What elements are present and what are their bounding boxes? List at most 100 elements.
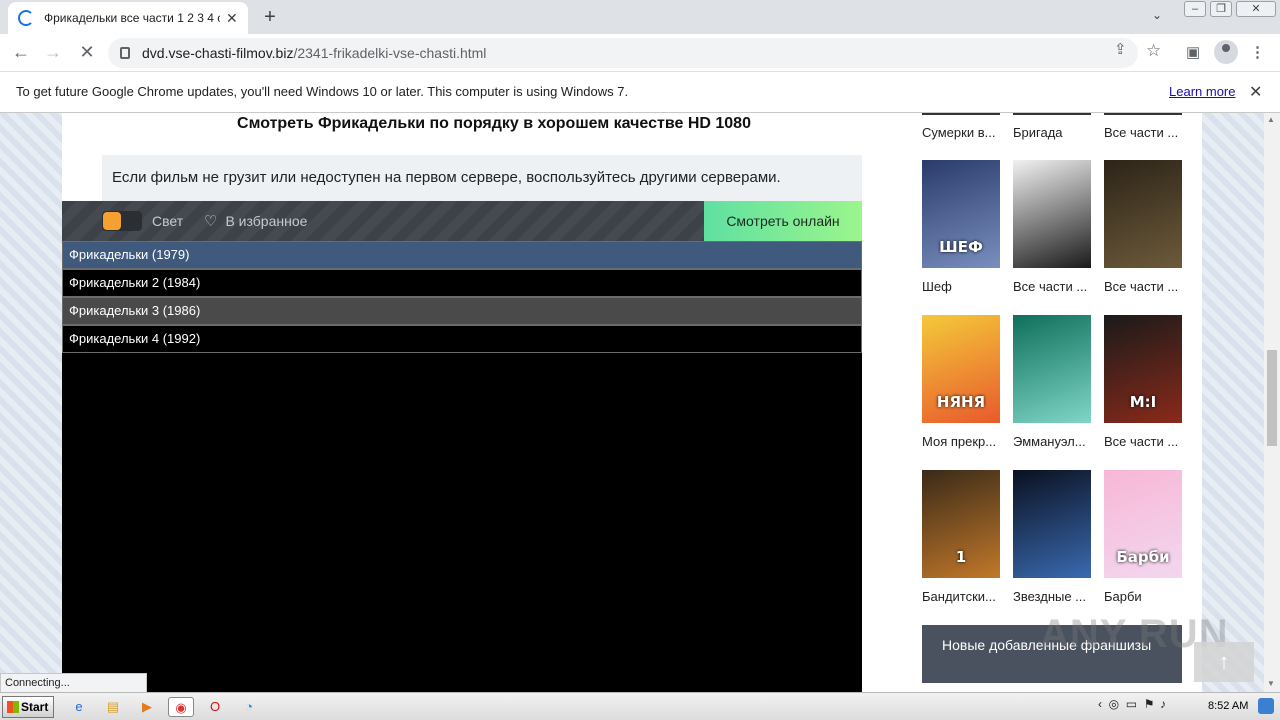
media-player-icon[interactable]: ▶ — [136, 697, 158, 717]
movie-card[interactable]: Эммануэл... — [1013, 315, 1093, 449]
poster-text: Барби — [1116, 548, 1170, 566]
system-tray[interactable]: ‹ ◎ ▭ ⚑ — [1098, 697, 1155, 711]
url-text: dvd.vse-chasti-filmov.biz/2341-frikadelk… — [142, 45, 487, 61]
infobar-message: To get future Google Chrome updates, you… — [16, 84, 629, 99]
favorite-button[interactable]: ♡ В избранное — [204, 212, 307, 230]
movie-title[interactable]: Все части ... — [1013, 279, 1093, 294]
start-button[interactable]: Start — [2, 696, 54, 718]
volume-icon[interactable]: ♪ — [1160, 697, 1166, 711]
explorer-icon[interactable]: ▤ — [102, 697, 124, 717]
close-window-icon[interactable]: ✕ — [1236, 1, 1276, 17]
update-infobar: To get future Google Chrome updates, you… — [0, 72, 1280, 113]
movie-card[interactable]: Все части ... — [1104, 160, 1184, 294]
movie-poster[interactable] — [1104, 160, 1182, 268]
poster-edge — [1013, 113, 1091, 115]
heart-icon: ♡ — [204, 213, 218, 230]
movie-title[interactable]: Все части ... — [1104, 434, 1184, 449]
movie-title[interactable]: Бандитски... — [922, 589, 1002, 604]
movie-poster[interactable]: НЯНЯ — [922, 315, 1000, 423]
page-heading: Смотреть Фрикадельки по порядку в хороше… — [237, 115, 751, 132]
movie-title[interactable]: Шеф — [922, 279, 1002, 294]
ie-icon[interactable]: e — [68, 697, 90, 717]
movie-title[interactable]: Эммануэл... — [1013, 434, 1093, 449]
bookmark-star-icon[interactable]: ☆ — [1146, 41, 1161, 61]
part-item[interactable]: Фрикадельки 4 (1992) — [62, 325, 862, 353]
edge-icon[interactable]: ◔ — [238, 697, 260, 717]
movie-poster[interactable]: Барби — [1104, 470, 1182, 578]
movie-poster[interactable] — [1013, 315, 1091, 423]
movie-poster[interactable]: ШЕФ — [922, 160, 1000, 268]
movie-title[interactable]: Все части ... — [1104, 125, 1184, 140]
page-scrollbar[interactable]: ▲ ▼ — [1264, 113, 1280, 692]
movie-poster[interactable] — [1013, 470, 1091, 578]
light-toggle[interactable] — [102, 211, 142, 231]
infobar-close-icon[interactable]: ✕ — [1249, 82, 1262, 102]
scroll-thumb[interactable] — [1267, 350, 1277, 446]
learn-more-link[interactable]: Learn more — [1169, 84, 1235, 99]
side-panel-icon[interactable]: ▣ — [1186, 43, 1200, 61]
minimize-icon[interactable]: – — [1184, 1, 1206, 17]
scroll-down-icon[interactable]: ▼ — [1267, 679, 1275, 688]
movie-card[interactable]: ШЕФ Шеф — [922, 160, 1002, 294]
browser-tab[interactable]: Фрикадельки все части 1 2 3 4 смотреть ✕ — [8, 2, 248, 34]
address-bar[interactable]: dvd.vse-chasti-filmov.biz/2341-frikadelk… — [108, 38, 1138, 68]
poster-edge — [1104, 113, 1182, 115]
scroll-to-top-button[interactable]: ↑ — [1194, 642, 1254, 682]
movie-poster[interactable]: M:I — [1104, 315, 1182, 423]
movie-title[interactable]: Звездные ... — [1013, 589, 1093, 604]
scroll-up-icon[interactable]: ▲ — [1267, 115, 1275, 124]
loading-spinner-icon — [18, 10, 34, 26]
tab-strip: Фрикадельки все части 1 2 3 4 смотреть ✕… — [0, 0, 1280, 34]
movie-title[interactable]: Сумерки в... — [922, 125, 1002, 140]
movie-poster[interactable]: 1 — [922, 470, 1000, 578]
poster-text: M:I — [1129, 393, 1157, 411]
show-desktop-icon[interactable] — [1258, 698, 1274, 714]
movie-card[interactable]: НЯНЯ Моя прекр... — [922, 315, 1002, 449]
parts-list: Фрикадельки (1979) Фрикадельки 2 (1984) … — [62, 241, 862, 353]
new-tab-button[interactable]: + — [260, 6, 280, 29]
movie-card[interactable]: Звездные ... — [1013, 470, 1093, 604]
stop-icon[interactable]: ✕ — [76, 42, 98, 63]
profile-avatar[interactable] — [1214, 40, 1238, 64]
windows-flag-icon — [7, 701, 19, 713]
part-item[interactable]: Фрикадельки 2 (1984) — [62, 269, 862, 297]
watch-online-button[interactable]: Смотреть онлайн — [704, 201, 862, 241]
arrow-up-icon: ↑ — [1218, 649, 1230, 674]
movie-card[interactable]: Все части ... — [1013, 160, 1093, 294]
movie-title[interactable]: Бригада — [1013, 125, 1093, 140]
share-icon[interactable]: ⇪ — [1114, 40, 1127, 58]
restore-icon[interactable]: ❐ — [1210, 1, 1232, 17]
part-item[interactable]: Фрикадельки 3 (1986) — [62, 297, 862, 325]
back-icon[interactable]: ← — [10, 42, 32, 63]
forward-icon[interactable]: → — [42, 42, 64, 63]
related-sidebar: Сумерки в... Бригада Все части ... ШЕФ Ше… — [902, 113, 1202, 692]
movie-title[interactable]: Все части ... — [1104, 279, 1184, 294]
page-viewport: Смотреть Фрикадельки по порядку в хороше… — [0, 113, 1264, 692]
main-content: Смотреть Фрикадельки по порядку в хороше… — [62, 113, 902, 692]
tab-title: Фрикадельки все части 1 2 3 4 смотреть — [44, 11, 220, 25]
chrome-icon[interactable]: ◉ — [168, 697, 194, 717]
server-notice: Если фильм не грузит или недоступен на п… — [102, 155, 862, 201]
poster-edge — [922, 113, 1000, 115]
tab-close-icon[interactable]: ✕ — [226, 10, 238, 27]
tab-search-icon[interactable]: ⌄ — [1152, 8, 1162, 22]
opera-icon[interactable]: O — [204, 697, 226, 717]
toggle-knob — [103, 212, 121, 230]
player-controls: Свет ♡ В избранное Смотреть онлайн — [62, 201, 862, 241]
movie-card[interactable]: M:I Все части ... — [1104, 315, 1184, 449]
browser-toolbar: ← → ✕ dvd.vse-chasti-filmov.biz/2341-fri… — [0, 34, 1280, 72]
video-player[interactable]: Фрикадельки (1979) Фрикадельки 2 (1984) … — [62, 241, 862, 692]
clock: 8:52 AM — [1208, 700, 1249, 712]
movie-poster[interactable] — [1013, 160, 1091, 268]
movie-card[interactable]: 1 Бандитски... — [922, 470, 1002, 604]
part-item[interactable]: Фрикадельки (1979) — [62, 241, 862, 269]
windows-taskbar: Start e ▤ ▶ ◉ O ◔ ‹ ◎ ▭ ⚑ ♪ 8:52 AM — [0, 692, 1280, 720]
poster-text: ШЕФ — [939, 238, 983, 256]
movie-card[interactable]: Барби Барби — [1104, 470, 1184, 604]
movie-title[interactable]: Барби — [1104, 589, 1184, 604]
poster-text: 1 — [955, 548, 967, 566]
status-bubble: Connecting... — [0, 673, 147, 693]
start-label: Start — [21, 700, 49, 714]
menu-kebab-icon[interactable]: ⋮ — [1250, 43, 1265, 61]
movie-title[interactable]: Моя прекр... — [922, 434, 1002, 449]
